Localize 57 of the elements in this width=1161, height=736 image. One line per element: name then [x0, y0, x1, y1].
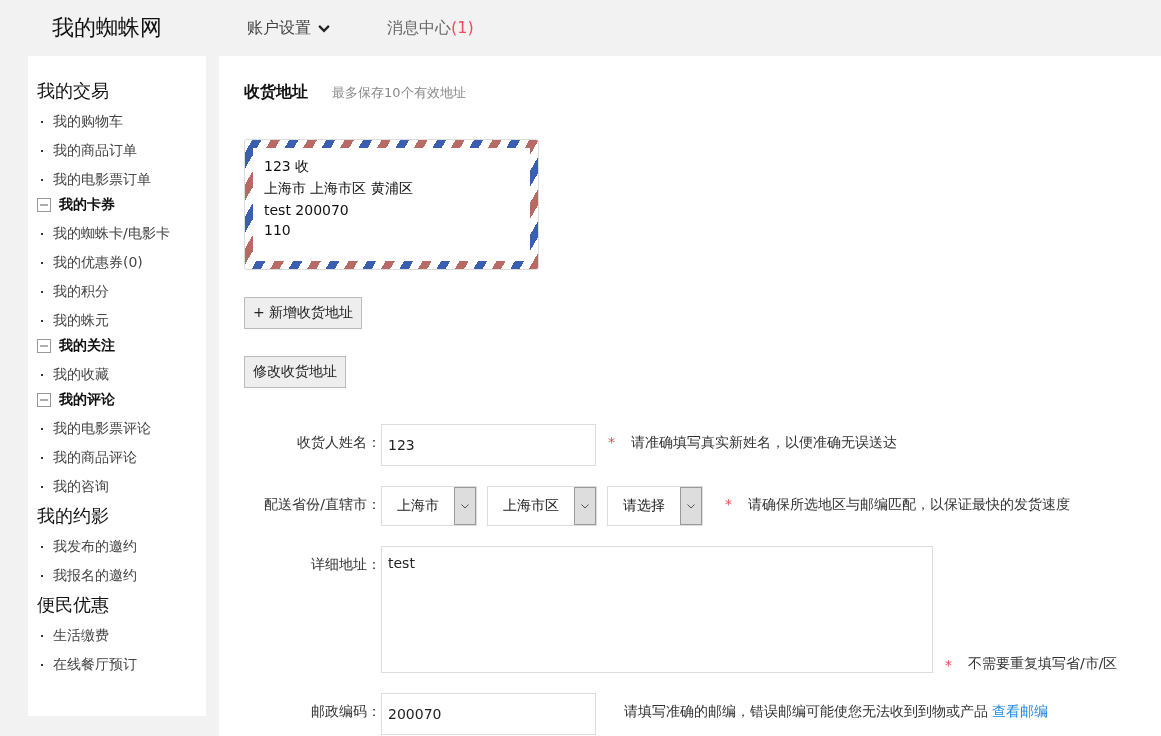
add-address-button[interactable]: + 新增收货地址	[244, 297, 363, 329]
dropdown-select[interactable]: 上海市区	[487, 486, 597, 526]
sidebar-link[interactable]: 我报名的邀约	[53, 566, 137, 585]
sidebar-link[interactable]: 我的优惠券(0)	[53, 253, 143, 272]
collapse-icon[interactable]	[37, 393, 51, 407]
dropdown-select[interactable]: 上海市	[381, 486, 477, 526]
text-field[interactable]: 200070	[381, 693, 596, 735]
sidebar-group-title[interactable]: 我的关注	[59, 337, 115, 355]
sidebar-link[interactable]: 我的蛛元	[53, 311, 109, 330]
dropdown-select[interactable]: 请选择	[607, 486, 703, 526]
sidebar-heading: 便民优惠	[37, 593, 110, 617]
address-line: 上海市 上海市区 黄浦区	[264, 180, 414, 198]
form-label: 收货人姓名：	[296, 433, 381, 452]
section-subtitle: 最多保存10个有效地址	[332, 84, 466, 102]
sidebar-link[interactable]: 我发布的邀约	[53, 537, 137, 556]
sidebar-link[interactable]: 在线餐厅预订	[53, 655, 137, 674]
sidebar-link[interactable]: 生活缴费	[53, 626, 109, 645]
sidebar-link[interactable]: 我的积分	[53, 282, 109, 301]
site-logo[interactable]: 我的蜘蛛网	[52, 13, 247, 43]
section-title: 收货地址	[244, 82, 308, 103]
collapse-icon[interactable]	[37, 339, 51, 353]
collapse-icon[interactable]	[37, 198, 51, 212]
field-hint: 请确保所选地区与邮编匹配，以保证最快的发货速度	[748, 495, 1070, 514]
sidebar-link[interactable]: 我的蜘蛛卡/电影卡	[53, 224, 170, 243]
edit-address-button[interactable]: 修改收货地址	[244, 356, 346, 388]
caret-icon	[580, 501, 590, 511]
address-line: 123 收	[264, 158, 311, 176]
sidebar-link[interactable]: 我的电影票订单	[53, 170, 151, 189]
text-field[interactable]: 123	[381, 424, 596, 466]
required-mark: *	[945, 656, 952, 673]
sidebar-link[interactable]: 我的电影票评论	[53, 419, 151, 438]
sidebar-group-title[interactable]: 我的评论	[59, 391, 115, 409]
sidebar-link[interactable]: 我的收藏	[53, 365, 109, 384]
message-center-link[interactable]: 消息中心(1)	[387, 17, 474, 39]
address-textarea[interactable]: test	[381, 546, 933, 673]
address-card[interactable]: 123 收 上海市 上海市区 黄浦区 test 200070 110	[244, 139, 539, 270]
address-line: test 200070	[264, 202, 350, 218]
sidebar-heading: 我的交易	[37, 79, 110, 103]
address-line: 110	[264, 222, 292, 238]
field-hint: 请填写准确的邮编，错误邮编可能使您无法收到到物或产品 查看邮编	[624, 702, 1048, 721]
caret-icon	[686, 501, 696, 511]
caret-icon	[460, 501, 470, 511]
postcode-link[interactable]: 查看邮编	[992, 703, 1048, 719]
sidebar-link[interactable]: 我的咨询	[53, 477, 109, 496]
sidebar-link[interactable]: 我的商品评论	[53, 448, 137, 467]
form-label: 详细地址：	[310, 555, 381, 574]
sidebar-link[interactable]: 我的购物车	[53, 112, 123, 131]
sidebar-link[interactable]: 我的商品订单	[53, 141, 137, 160]
form-label: 配送省份/直辖市：	[263, 495, 381, 514]
required-mark: *	[608, 433, 615, 450]
field-hint: 不需要重复填写省/市/区	[968, 654, 1118, 673]
form-label: 邮政编码：	[310, 702, 381, 721]
field-hint: 请准确填写真实新姓名，以便准确无误送达	[631, 433, 897, 452]
required-mark: *	[725, 495, 732, 512]
account-settings-menu[interactable]: 账户设置	[247, 17, 331, 39]
sidebar-group-title[interactable]: 我的卡券	[59, 196, 115, 214]
sidebar-heading: 我的约影	[37, 504, 110, 528]
